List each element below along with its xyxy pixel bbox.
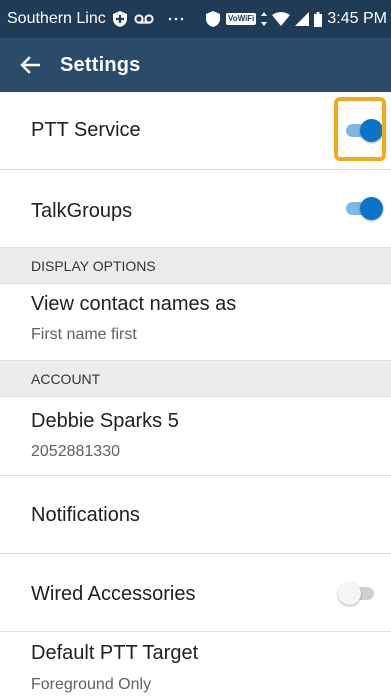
back-arrow-icon: [20, 56, 40, 74]
view-contact-names-label: View contact names as: [31, 293, 237, 315]
clock: 3:45 PM: [327, 10, 387, 27]
voicemail-icon: [134, 13, 154, 25]
talkgroups-row[interactable]: TalkGroups: [0, 170, 391, 248]
vowifi-badge: VoWiFi: [225, 13, 257, 25]
back-button[interactable]: [14, 49, 46, 81]
talkgroups-label: TalkGroups: [31, 200, 133, 222]
carrier-name: Southern Linc: [7, 10, 106, 27]
app-bar: Settings: [0, 38, 391, 92]
page-title: Settings: [60, 53, 141, 76]
highlight-box: [334, 97, 386, 161]
status-bar: Southern Linc VoWiFi 3:45 PM: [0, 0, 391, 38]
ptt-service-label: PTT Service: [31, 119, 141, 141]
cell-signal-icon: [295, 12, 310, 26]
section-title: ACCOUNT: [31, 371, 101, 387]
account-header: ACCOUNT: [0, 361, 391, 397]
account-row[interactable]: Debbie Sparks 5 2052881330: [0, 397, 391, 476]
default-ptt-target-value: Foreground Only: [31, 676, 152, 693]
shield-plus-icon: [112, 10, 128, 28]
notifications-label: Notifications: [31, 504, 140, 526]
wifi-icon: [272, 12, 291, 26]
battery-icon: [314, 11, 323, 27]
toggle-thumb: [338, 582, 361, 605]
display-options-header: DISPLAY OPTIONS: [0, 248, 391, 284]
toggle-thumb: [360, 197, 383, 220]
view-contact-names-row[interactable]: View contact names as First name first: [0, 284, 391, 361]
talkgroups-toggle[interactable]: [346, 196, 383, 220]
account-name: Debbie Sparks 5: [31, 410, 179, 432]
data-transfer-icon: [261, 12, 268, 26]
wired-accessories-label: Wired Accessories: [31, 583, 196, 605]
wired-accessories-toggle[interactable]: [338, 581, 376, 605]
default-ptt-target-row[interactable]: Default PTT Target Foreground Only: [0, 632, 391, 697]
view-contact-names-value: First name first: [31, 326, 137, 343]
section-title: DISPLAY OPTIONS: [31, 258, 156, 274]
wired-accessories-row[interactable]: Wired Accessories: [0, 554, 391, 632]
more-notifications-icon: [168, 16, 184, 22]
default-ptt-target-label: Default PTT Target: [31, 642, 199, 664]
notifications-row[interactable]: Notifications: [0, 476, 391, 554]
shield-icon: [205, 10, 221, 28]
account-number: 2052881330: [31, 443, 120, 460]
ptt-service-row[interactable]: PTT Service: [0, 92, 391, 170]
